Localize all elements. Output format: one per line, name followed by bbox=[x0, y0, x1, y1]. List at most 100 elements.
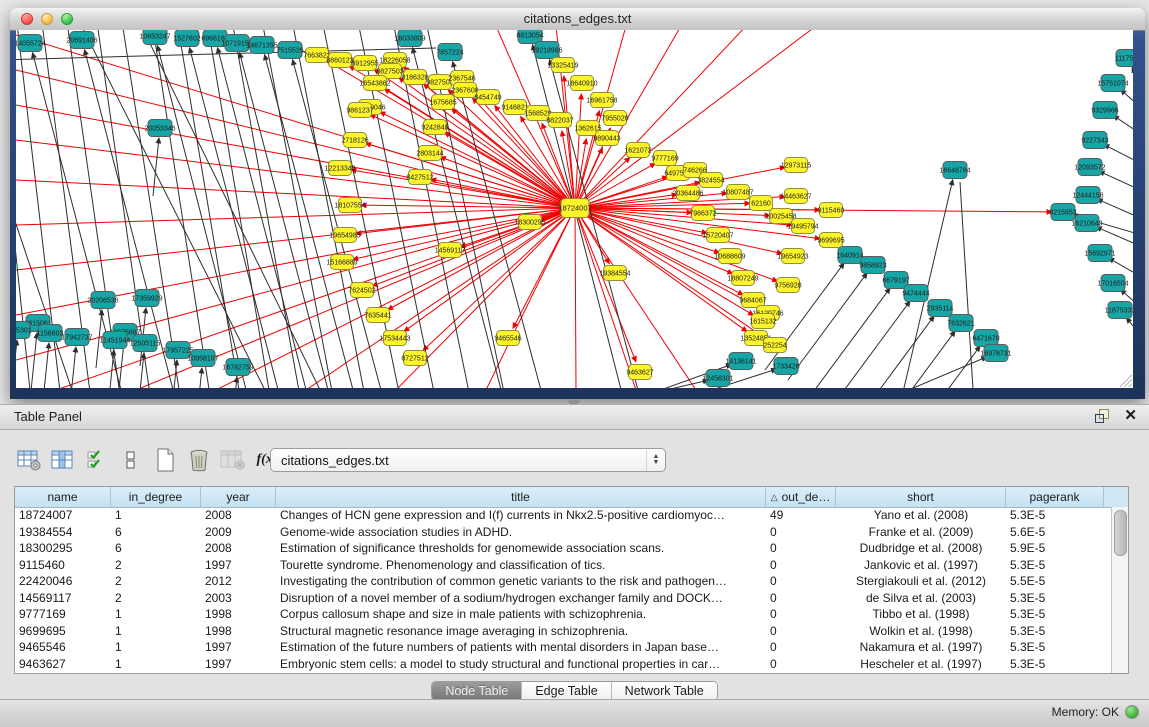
graph-node[interactable]: 18640910 bbox=[566, 76, 597, 91]
new-document-button[interactable] bbox=[150, 445, 180, 475]
graph-node[interactable]: 9329966 bbox=[1091, 102, 1118, 119]
graph-node[interactable]: 15692971 bbox=[1084, 245, 1115, 262]
table-row[interactable]: 911546021997Tourette syndrome. Phenomeno… bbox=[15, 557, 1112, 574]
graph-node[interactable]: 1615132 bbox=[749, 314, 776, 329]
graph-node[interactable]: 1733426 bbox=[772, 358, 799, 375]
graph-node[interactable]: 6471670 bbox=[972, 330, 999, 347]
graph-node[interactable]: 9890443 bbox=[593, 131, 620, 146]
tab-network-table[interactable]: Network Table bbox=[612, 682, 717, 700]
graph-node[interactable]: 7515526 bbox=[276, 42, 303, 59]
graph-node[interactable]: 12444158 bbox=[1072, 187, 1103, 204]
graph-node[interactable]: 8822037 bbox=[546, 113, 573, 128]
graph-node[interactable]: 14569117 bbox=[435, 243, 466, 258]
graph-node[interactable]: 7632621 bbox=[947, 315, 974, 332]
graph-node[interactable]: 9227343 bbox=[1081, 132, 1108, 149]
column-header-name[interactable]: name bbox=[15, 487, 111, 507]
graph-node[interactable]: 8215953 bbox=[1049, 204, 1076, 221]
graph-node[interactable]: 15751074 bbox=[1097, 75, 1128, 92]
graph-node[interactable]: 16961758 bbox=[586, 93, 617, 108]
graph-node[interactable]: 12973115 bbox=[781, 158, 812, 173]
graph-node[interactable]: 14136141 bbox=[725, 353, 756, 370]
graph-node[interactable]: 11451944 bbox=[100, 332, 131, 349]
tab-edge-table[interactable]: Edge Table bbox=[522, 682, 611, 700]
graph-node[interactable]: 16782759 bbox=[222, 359, 253, 376]
graph-node[interactable]: 15720407 bbox=[702, 228, 733, 243]
graph-node[interactable]: 3824554 bbox=[697, 173, 724, 188]
graph-node[interactable]: 7857224 bbox=[436, 44, 463, 61]
graph-node[interactable]: 1621072 bbox=[624, 143, 651, 158]
graph-node[interactable]: 1156803 bbox=[37, 325, 64, 342]
graph-node[interactable]: 14463627 bbox=[780, 189, 811, 204]
table-row[interactable]: 969969511998Structural magnetic resonanc… bbox=[15, 623, 1112, 640]
graph-node[interactable]: 10688609 bbox=[714, 249, 745, 264]
column-visibility-button[interactable] bbox=[48, 445, 78, 475]
graph-node[interactable]: 18107554 bbox=[334, 198, 365, 213]
graph-node[interactable]: 18300295 bbox=[514, 215, 545, 230]
graph-node[interactable]: 1640914 bbox=[836, 247, 863, 264]
graph-node[interactable]: 17359929 bbox=[131, 290, 162, 307]
graph-node[interactable]: 14055724 bbox=[16, 35, 46, 52]
graph-node[interactable]: 18724007 bbox=[558, 199, 591, 218]
graph-node[interactable]: 16978731 bbox=[980, 345, 1011, 362]
graph-node[interactable]: 20364486 bbox=[672, 186, 703, 201]
graph-node[interactable]: 16543862 bbox=[359, 76, 390, 91]
graph-node[interactable]: 3315301 bbox=[16, 322, 32, 339]
graph-node[interactable]: 1527602 bbox=[173, 30, 200, 47]
graph-node[interactable]: 62160 bbox=[750, 196, 773, 211]
graph-node[interactable]: 20691406 bbox=[66, 32, 97, 49]
network-canvas[interactable]: 1405572420691406106532471527602696616010… bbox=[16, 30, 1133, 388]
table-row[interactable]: 2242004622012Investigating the contribut… bbox=[15, 573, 1112, 590]
table-row[interactable]: 977716911998Corpus callosum shape and si… bbox=[15, 606, 1112, 623]
graph-node[interactable]: 10958107 bbox=[187, 350, 218, 367]
graph-node[interactable]: 17942737 bbox=[61, 329, 92, 346]
tab-node-table[interactable]: Node Table bbox=[432, 682, 522, 700]
table-row[interactable]: 946554611997Estimation of the future num… bbox=[15, 639, 1112, 656]
graph-node[interactable]: 8186328 bbox=[401, 70, 428, 85]
graph-node[interactable]: 7955020 bbox=[601, 111, 628, 126]
graph-node[interactable]: 12505115 bbox=[130, 335, 161, 352]
graph-node[interactable]: 18807249 bbox=[727, 271, 758, 286]
close-panel-icon[interactable]: ✕ bbox=[1124, 408, 1137, 423]
graph-node[interactable]: 13325419 bbox=[547, 58, 578, 73]
graph-node[interactable]: 9463627 bbox=[626, 365, 653, 380]
table-selector-dropdown[interactable]: citations_edges.txt ▲▼ bbox=[270, 448, 666, 472]
column-header-year[interactable]: year bbox=[201, 487, 276, 507]
graph-node[interactable]: 9699695 bbox=[817, 233, 844, 248]
graph-node[interactable]: 16648784 bbox=[939, 162, 970, 179]
graph-node[interactable]: 20206536 bbox=[87, 292, 118, 309]
graph-node[interactable]: 9861237 bbox=[346, 103, 373, 118]
table-scrollbar-thumb[interactable] bbox=[1114, 510, 1127, 556]
graph-node[interactable]: 17016504 bbox=[1097, 275, 1128, 292]
graph-node[interactable]: 19495794 bbox=[787, 219, 818, 234]
graph-node[interactable]: 2935114 bbox=[927, 300, 954, 317]
graph-node[interactable]: 11875333 bbox=[1105, 302, 1133, 319]
graph-node[interactable]: 12456301 bbox=[702, 370, 733, 387]
column-header-outde[interactable]: △out_de… bbox=[766, 487, 836, 507]
graph-node[interactable]: 19384554 bbox=[599, 266, 630, 281]
graph-node[interactable]: 19654985 bbox=[329, 228, 360, 243]
graph-node[interactable]: 10653247 bbox=[139, 30, 170, 45]
row-selection-button[interactable] bbox=[82, 445, 112, 475]
graph-node[interactable]: 2803144 bbox=[416, 146, 443, 161]
graph-node[interactable]: 20053346 bbox=[144, 120, 175, 137]
table-settings-button[interactable] bbox=[14, 445, 44, 475]
graph-node[interactable]: 8427512 bbox=[406, 170, 433, 185]
graph-node[interactable]: 2718126 bbox=[341, 133, 368, 148]
memory-status-indicator[interactable] bbox=[1125, 705, 1139, 719]
trash-button[interactable] bbox=[184, 445, 214, 475]
graph-node[interactable]: 14671355 bbox=[246, 37, 277, 54]
table-row[interactable]: 1830029562008Estimation of significance … bbox=[15, 540, 1112, 557]
graph-node[interactable]: 15166889 bbox=[326, 255, 357, 270]
graph-node[interactable]: 8727512 bbox=[401, 351, 428, 366]
graph-node[interactable]: 8454749 bbox=[474, 90, 501, 105]
graph-node[interactable]: 9777169 bbox=[651, 151, 678, 166]
graph-node[interactable]: 9474444 bbox=[902, 285, 929, 302]
graph-node[interactable]: 19654923 bbox=[777, 249, 808, 264]
graph-node[interactable]: 9115460 bbox=[818, 203, 845, 218]
graph-node[interactable]: 7986372 bbox=[689, 206, 716, 221]
graph-node[interactable]: 17534443 bbox=[379, 331, 410, 346]
graph-node[interactable]: 9242848 bbox=[421, 120, 448, 135]
column-header-indegree[interactable]: in_degree bbox=[111, 487, 201, 507]
graph-node[interactable]: 8912955 bbox=[351, 56, 378, 71]
network-graph[interactable]: 1405572420691406106532471527602696616010… bbox=[16, 30, 1133, 388]
